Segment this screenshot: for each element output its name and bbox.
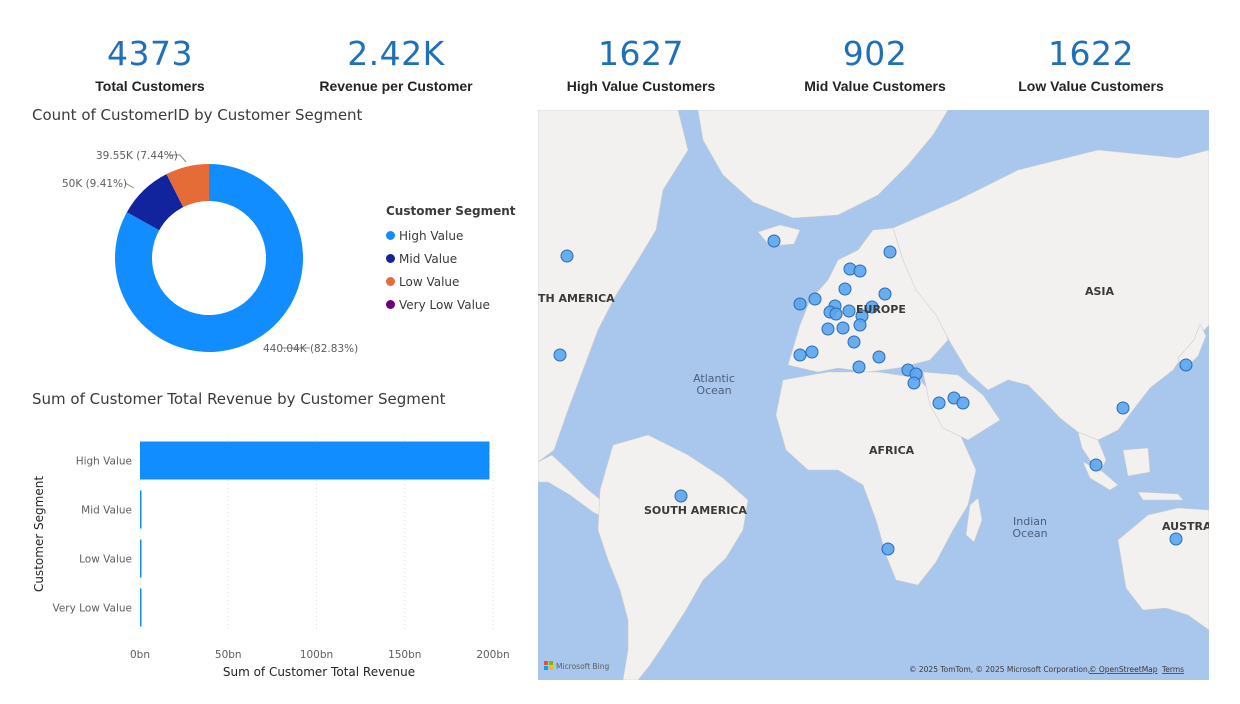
map-point[interactable] [805,345,819,359]
x-axis-title: Sum of Customer Total Revenue [223,665,415,679]
y-tick-label: Low Value [79,554,132,566]
data-label-mid-value: 50K (9.41%) [62,178,127,190]
map-point[interactable] [907,376,921,390]
y-tick-label: Very Low Value [52,603,132,615]
y-axis-title: Customer Segment [32,476,46,592]
kpi-value: 4373 [107,34,193,73]
bing-label: Microsoft Bing [556,662,609,671]
y-tick-label: Mid Value [81,505,132,517]
map-point[interactable] [852,360,866,374]
kpi-label: Low Value Customers [1018,78,1164,94]
x-tick-label: 100bn [300,649,333,661]
legend-label: Very Low Value [399,297,490,312]
map-point[interactable] [1169,532,1183,546]
x-tick-label: 150bn [388,649,421,661]
map-attribution: © 2025 TomTom, © 2025 Microsoft Corporat… [909,665,1090,674]
donut-chart[interactable]: 440.04K (82.83%) 39.55K (7.44%) 50K (9.4… [20,136,390,396]
legend-title: Customer Segment [386,204,516,218]
legend-item-high-value[interactable]: High Value [386,224,516,247]
legend-marker [386,300,395,309]
label-indian-ocean-2: Ocean [1012,527,1047,540]
legend-item-very-low-value[interactable]: Very Low Value [386,293,516,316]
donut-chart-title: Count of CustomerID by Customer Segment [32,106,363,124]
legend-label: Low Value [399,274,460,289]
bar-low-value[interactable] [140,539,142,578]
map-point[interactable] [878,287,892,301]
legend-marker [386,277,395,286]
map-point[interactable] [842,304,856,318]
map-point[interactable] [1089,458,1103,472]
donut-legend: Customer Segment High Value Mid Value Lo… [386,204,516,316]
map-point[interactable] [838,282,852,296]
kpi-label: Total Customers [95,78,205,94]
map-point[interactable] [793,297,807,311]
label-south-america: SOUTH AMERICA [644,504,747,517]
map-point[interactable] [821,322,835,336]
map-point[interactable] [553,348,567,362]
kpi-label: Revenue per Customer [319,78,473,94]
bar-high-value[interactable] [140,441,490,480]
kpi-total-customers: 4373 Total Customers [40,34,260,94]
label-australia: AUSTRAL [1162,520,1209,533]
data-label-low-value: 39.55K (7.44%) [96,150,178,162]
legend-item-mid-value[interactable]: Mid Value [386,247,516,270]
x-tick-label: 0bn [130,649,150,661]
map-point[interactable] [560,249,574,263]
map-point[interactable] [808,292,822,306]
map-point[interactable] [1179,358,1193,372]
map-point[interactable] [883,245,897,259]
map-point[interactable] [872,350,886,364]
map-point[interactable] [674,489,688,503]
map-point[interactable] [1116,401,1130,415]
kpi-value: 1622 [1048,34,1134,73]
bar-mid-value[interactable] [140,490,142,529]
legend-label: Mid Value [399,251,458,266]
label-north-america: TH AMERICA [538,292,615,305]
map-point[interactable] [881,542,895,556]
openstreetmap-link[interactable]: © OpenStreetMap [1089,665,1158,674]
legend-marker [386,254,395,263]
map-point[interactable] [793,348,807,362]
x-tick-label: 200bn [476,649,509,661]
legend-label: High Value [399,228,464,243]
map-point[interactable] [767,234,781,248]
label-asia: ASIA [1085,285,1115,298]
legend-marker [386,231,395,240]
map-point[interactable] [853,264,867,278]
kpi-mid-value-customers: 902 Mid Value Customers [765,34,985,94]
bar-very-low-value[interactable] [140,588,142,627]
kpi-label: High Value Customers [566,78,716,94]
map-point[interactable] [956,396,970,410]
terms-link[interactable]: Terms [1161,665,1184,674]
y-tick-label: High Value [76,456,132,468]
data-label-high-value: 440.04K (82.83%) [263,343,358,355]
kpi-low-value-customers: 1622 Low Value Customers [981,34,1201,94]
label-atlantic-ocean-2: Ocean [696,384,731,397]
map-point[interactable] [836,321,850,335]
map-point[interactable] [829,307,843,321]
legend-item-low-value[interactable]: Low Value [386,270,516,293]
label-europe: EUROPE [856,303,906,316]
kpi-value: 2.42K [347,34,445,73]
bar-chart[interactable]: High Value Mid Value Low Value Very Low Val… [26,420,526,690]
kpi-revenue-per-customer: 2.42K Revenue per Customer [286,34,506,94]
kpi-value: 1627 [598,34,684,73]
kpi-value: 902 [842,34,908,73]
bar-chart-title: Sum of Customer Total Revenue by Custome… [32,390,446,408]
world-map[interactable]: TH AMERICA EUROPE ASIA Atlantic Ocean AF… [538,110,1209,680]
label-africa: AFRICA [869,444,915,457]
x-tick-label: 50bn [215,649,242,661]
map-visual[interactable]: TH AMERICA EUROPE ASIA Atlantic Ocean AF… [538,110,1209,680]
map-point[interactable] [847,335,861,349]
kpi-high-value-customers: 1627 High Value Customers [531,34,751,94]
kpi-label: Mid Value Customers [804,78,946,94]
map-point[interactable] [932,396,946,410]
map-point[interactable] [853,318,867,332]
